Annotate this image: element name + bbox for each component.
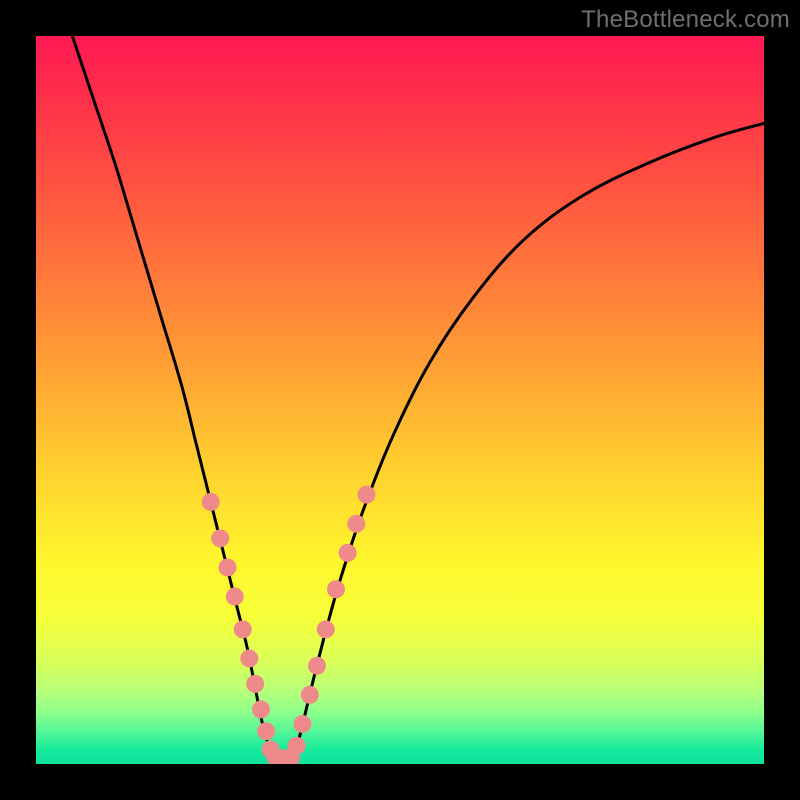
highlight-dot bbox=[327, 580, 345, 598]
chart-stage: TheBottleneck.com bbox=[0, 0, 800, 800]
marker-group bbox=[202, 486, 376, 764]
highlight-dot bbox=[211, 529, 229, 547]
series-bottleneck-curve-right bbox=[292, 123, 764, 758]
watermark-text: TheBottleneck.com bbox=[581, 6, 790, 34]
highlight-dot bbox=[257, 722, 275, 740]
highlight-dot bbox=[347, 515, 365, 533]
highlight-dot bbox=[288, 737, 306, 755]
highlight-dot bbox=[234, 620, 252, 638]
highlight-dot bbox=[317, 620, 335, 638]
highlight-dot bbox=[301, 686, 319, 704]
series-group bbox=[72, 36, 764, 758]
highlight-dot bbox=[240, 649, 258, 667]
highlight-dot bbox=[358, 486, 376, 504]
highlight-dot bbox=[293, 715, 311, 733]
plot-area bbox=[36, 36, 764, 764]
highlight-dot bbox=[226, 588, 244, 606]
curve-layer bbox=[36, 36, 764, 764]
highlight-dot bbox=[339, 544, 357, 562]
highlight-dot bbox=[246, 675, 264, 693]
highlight-dot bbox=[218, 558, 236, 576]
highlight-dot bbox=[202, 493, 220, 511]
highlight-dot bbox=[252, 700, 270, 718]
highlight-dot bbox=[308, 657, 326, 675]
series-bottleneck-curve-left bbox=[72, 36, 271, 758]
